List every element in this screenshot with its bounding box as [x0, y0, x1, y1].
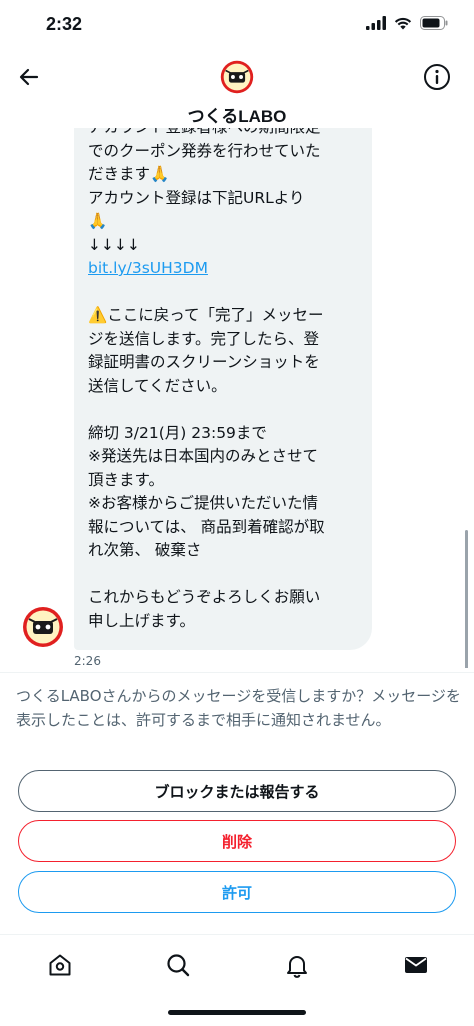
tab-home[interactable]: [40, 945, 80, 985]
home-indicator: [168, 1010, 306, 1015]
scrollbar[interactable]: [465, 530, 468, 668]
bell-icon: [287, 956, 307, 978]
conversation-title[interactable]: つくるLABO: [0, 102, 474, 127]
tab-search[interactable]: [158, 945, 198, 985]
block-or-report-button[interactable]: ブロックまたは報告する: [18, 770, 456, 812]
message-text-part-1: アカウント登録者様への期間限定 でのクーポン発券を行わせていた だきます🙏 アカ…: [88, 128, 321, 254]
message-text-part-3: 締切 3/21(月) 23:59まで ※発送先は日本国内のみとさせて 頂きます。…: [88, 423, 325, 560]
delete-label: 削除: [221, 832, 252, 851]
message-request-prompt: つくるLABOさんからのメッセージを受信しますか？メッセージを表示したことは、許…: [16, 687, 461, 729]
message-bubble: アカウント登録者様への期間限定 でのクーポン発券を行わせていた だきます🙏 アカ…: [74, 128, 372, 650]
mail-icon: [405, 957, 427, 973]
conversation-header: つくるLABO: [0, 50, 474, 128]
status-time: 2:32: [46, 14, 83, 34]
arrow-left-icon: [19, 68, 39, 86]
message-timestamp: 2:26: [74, 654, 101, 668]
status-bar: 2:32: [0, 0, 474, 50]
signal-icon: [366, 16, 386, 30]
message-text-part-4: これからもどうぞよろしくお願い 申し上げます。: [88, 588, 321, 630]
sender-avatar[interactable]: [22, 606, 64, 648]
tab-messages[interactable]: [396, 945, 436, 985]
conversation-area[interactable]: アカウント登録者様への期間限定 でのクーポン発券を行わせていた だきます🙏 アカ…: [0, 128, 474, 668]
allow-button[interactable]: 許可: [18, 871, 456, 913]
header-avatar[interactable]: [220, 60, 254, 94]
allow-label: 許可: [221, 883, 252, 902]
info-button[interactable]: [422, 62, 452, 92]
search-icon: [167, 954, 190, 977]
tab-notifications[interactable]: [277, 945, 317, 985]
home-icon: [49, 954, 71, 976]
wifi-icon: [394, 17, 412, 30]
divider: [0, 672, 474, 673]
message-link[interactable]: bit.ly/3sUH3DM: [88, 259, 208, 277]
block-or-report-label: ブロックまたは報告する: [154, 782, 320, 801]
delete-button[interactable]: 削除: [18, 820, 456, 862]
message-text-part-2: ⚠️ここに戻って「完了」メッセー ジを送信します。完了したら、登 録証明書のスク…: [88, 306, 324, 395]
back-button[interactable]: [14, 62, 44, 92]
status-icons: [366, 16, 448, 30]
info-icon: [424, 64, 450, 90]
battery-icon: [420, 16, 448, 30]
